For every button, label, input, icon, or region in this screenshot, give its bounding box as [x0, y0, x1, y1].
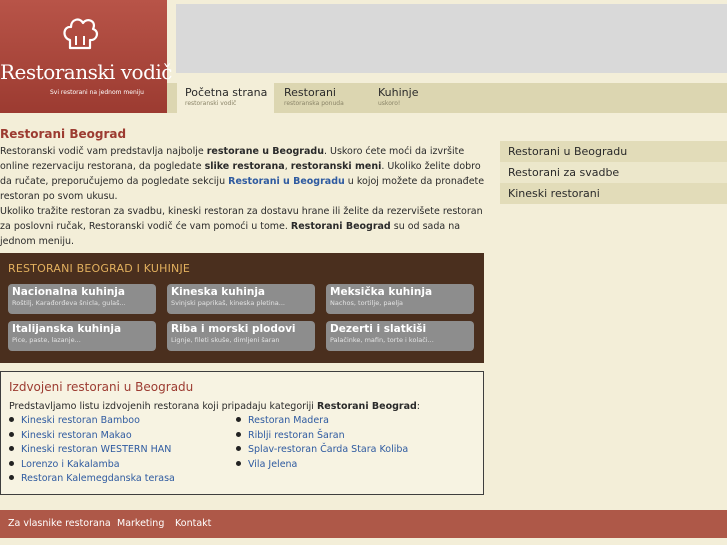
kitchen-card-desc: Pice, paste, lazanje... — [12, 336, 81, 344]
featured-title: Izdvojeni restorani u Beogradu — [9, 380, 194, 394]
main-nav: Početna strana restoranski vodič Restora… — [167, 83, 727, 113]
list-item: Splav-restoran Čarda Stara Koliba — [236, 444, 408, 459]
sidebar: Restorani u Beogradu Restorani za svadbe… — [500, 141, 727, 204]
list-item: Kineski restoran Bamboo — [9, 415, 175, 430]
featured-intro-text: : — [416, 401, 420, 412]
bullet-icon — [236, 460, 241, 466]
bullet-icon — [9, 417, 14, 422]
list-item: Kineski restoran Makao — [9, 430, 175, 445]
featured-restaurants: Izdvojeni restorani u Beogradu Predstavl… — [0, 371, 484, 495]
nav-tab-kitchens[interactable]: Kuhinje uskoro! — [370, 83, 430, 113]
restaurant-list-left: Kineski restoran Bamboo Kineski restoran… — [9, 415, 175, 488]
intro-link-restaurants[interactable]: Restorani u Beogradu — [228, 176, 345, 187]
intro-text-run: Restoranski vodič vam predstavlja najbol… — [0, 146, 207, 157]
nav-tab-subtitle: restoranska ponuda — [284, 100, 344, 107]
restaurant-link[interactable]: Lorenzo i Kakalamba — [21, 459, 120, 470]
intro-bold: restorane u Beogradu — [206, 146, 324, 157]
restaurant-link[interactable]: Riblji restoran Šaran — [248, 430, 345, 441]
intro-bold: slike restorana — [204, 161, 285, 172]
nav-tab-subtitle: uskoro! — [378, 100, 401, 107]
brand-name: Restoranski vodič — [0, 60, 172, 84]
bullet-icon — [9, 475, 14, 480]
sidebar-item-chinese[interactable]: Kineski restorani — [500, 183, 727, 204]
restaurant-link[interactable]: Restoran Madera — [248, 415, 329, 426]
sidebar-item-belgrade[interactable]: Restorani u Beogradu — [500, 141, 727, 162]
brand-tagline: Svi restorani na jednom meniju — [50, 89, 144, 96]
restaurant-link[interactable]: Kineski restoran Makao — [21, 430, 132, 441]
kitchen-card-chinese[interactable]: Kineska kuhinja Svinjski paprikaš, kines… — [167, 284, 315, 314]
sidebar-item-weddings[interactable]: Restorani za svadbe — [500, 162, 727, 183]
kitchen-card-title: Kineska kuhinja — [171, 286, 265, 298]
intro-text: Restoranski vodič vam predstavlja najbol… — [0, 144, 488, 249]
restaurant-link[interactable]: Vila Jelena — [248, 459, 297, 470]
footer-link-contact[interactable]: Kontakt — [175, 518, 211, 529]
restaurant-list-right: Restoran Madera Riblji restoran Šaran Sp… — [236, 415, 408, 473]
kitchen-card-title: Dezerti i slatkiši — [330, 323, 427, 335]
restaurant-link[interactable]: Splav-restoran Čarda Stara Koliba — [248, 444, 408, 455]
list-item: Restoran Madera — [236, 415, 408, 430]
featured-intro-bold: Restorani Beograd — [316, 401, 417, 412]
list-item: Kineski restoran WESTERN HAN — [9, 444, 175, 459]
restaurant-link[interactable]: Kineski restoran Bamboo — [21, 415, 140, 426]
bullet-icon — [9, 460, 14, 466]
nav-tab-title: Restorani — [284, 86, 336, 99]
intro-bold: restoranski meni — [290, 161, 382, 172]
kitchen-card-desc: Svinjski paprikaš, kineska pletina... — [171, 299, 285, 307]
bullet-icon — [236, 446, 241, 451]
footer-link-owners[interactable]: Za vlasnike restorana — [8, 518, 111, 529]
nav-tab-subtitle: restoranski vodič — [185, 100, 237, 107]
kitchen-card-seafood[interactable]: Riba i morski plodovi Lignje, fileti sku… — [167, 321, 315, 351]
chef-hat-icon — [63, 18, 99, 50]
nav-tab-title: Početna strana — [185, 86, 268, 99]
bullet-icon — [236, 417, 241, 422]
restaurant-link[interactable]: Restoran Kalemegdanska terasa — [21, 473, 175, 484]
kitchen-card-italian[interactable]: Italijanska kuhinja Pice, paste, lazanje… — [8, 321, 156, 351]
kitchen-card-mexican[interactable]: Meksička kuhinja Nachos, tortilje, paelj… — [326, 284, 474, 314]
nav-tab-title: Kuhinje — [378, 86, 419, 99]
kitchen-card-national[interactable]: Nacionalna kuhinja Roštilj, Karađorđeva … — [8, 284, 156, 314]
ad-banner[interactable] — [176, 4, 727, 73]
page-title: Restorani Beograd — [0, 127, 127, 141]
bullet-icon — [236, 431, 241, 437]
restaurant-link[interactable]: Kineski restoran WESTERN HAN — [21, 444, 171, 455]
kitchen-card-desc: Nachos, tortilje, paelja — [330, 299, 404, 307]
kitchens-title: RESTORANI BEOGRAD I KUHINJE — [8, 262, 191, 275]
kitchen-card-desc: Lignje, fileti skuše, dimljeni šaran — [171, 336, 280, 344]
kitchen-card-title: Italijanska kuhinja — [12, 323, 122, 335]
kitchen-card-desc: Palačinke, mafin, torte i kolači... — [330, 336, 434, 344]
site-logo[interactable]: Restoranski vodič Svi restorani na jedno… — [0, 0, 172, 113]
kitchen-card-desc: Roštilj, Karađorđeva šnicla, gulaš... — [12, 299, 126, 307]
footer: Za vlasnike restorana Marketing Kontakt — [0, 510, 727, 538]
bullet-icon — [9, 446, 14, 451]
list-item: Riblji restoran Šaran — [236, 430, 408, 445]
bullet-icon — [9, 431, 14, 437]
featured-intro: Predstavljamo listu izdvojenih restorana… — [9, 401, 420, 412]
kitchen-card-title: Riba i morski plodovi — [171, 323, 296, 335]
nav-tab-restaurants[interactable]: Restorani restoranska ponuda — [276, 83, 366, 113]
footer-link-marketing[interactable]: Marketing — [117, 518, 164, 529]
kitchen-card-desserts[interactable]: Dezerti i slatkiši Palačinke, mafin, tor… — [326, 321, 474, 351]
list-item: Vila Jelena — [236, 459, 408, 474]
kitchen-card-title: Meksička kuhinja — [330, 286, 433, 298]
featured-intro-text: Predstavljamo listu izdvojenih restorana… — [9, 401, 317, 412]
list-item: Lorenzo i Kakalamba — [9, 459, 175, 474]
kitchens-panel: RESTORANI BEOGRAD I KUHINJE Nacionalna k… — [0, 253, 484, 363]
list-item: Restoran Kalemegdanska terasa — [9, 473, 175, 488]
kitchen-card-title: Nacionalna kuhinja — [12, 286, 125, 298]
intro-bold: Restorani Beograd — [290, 221, 391, 232]
nav-tab-home[interactable]: Početna strana restoranski vodič — [177, 83, 274, 113]
